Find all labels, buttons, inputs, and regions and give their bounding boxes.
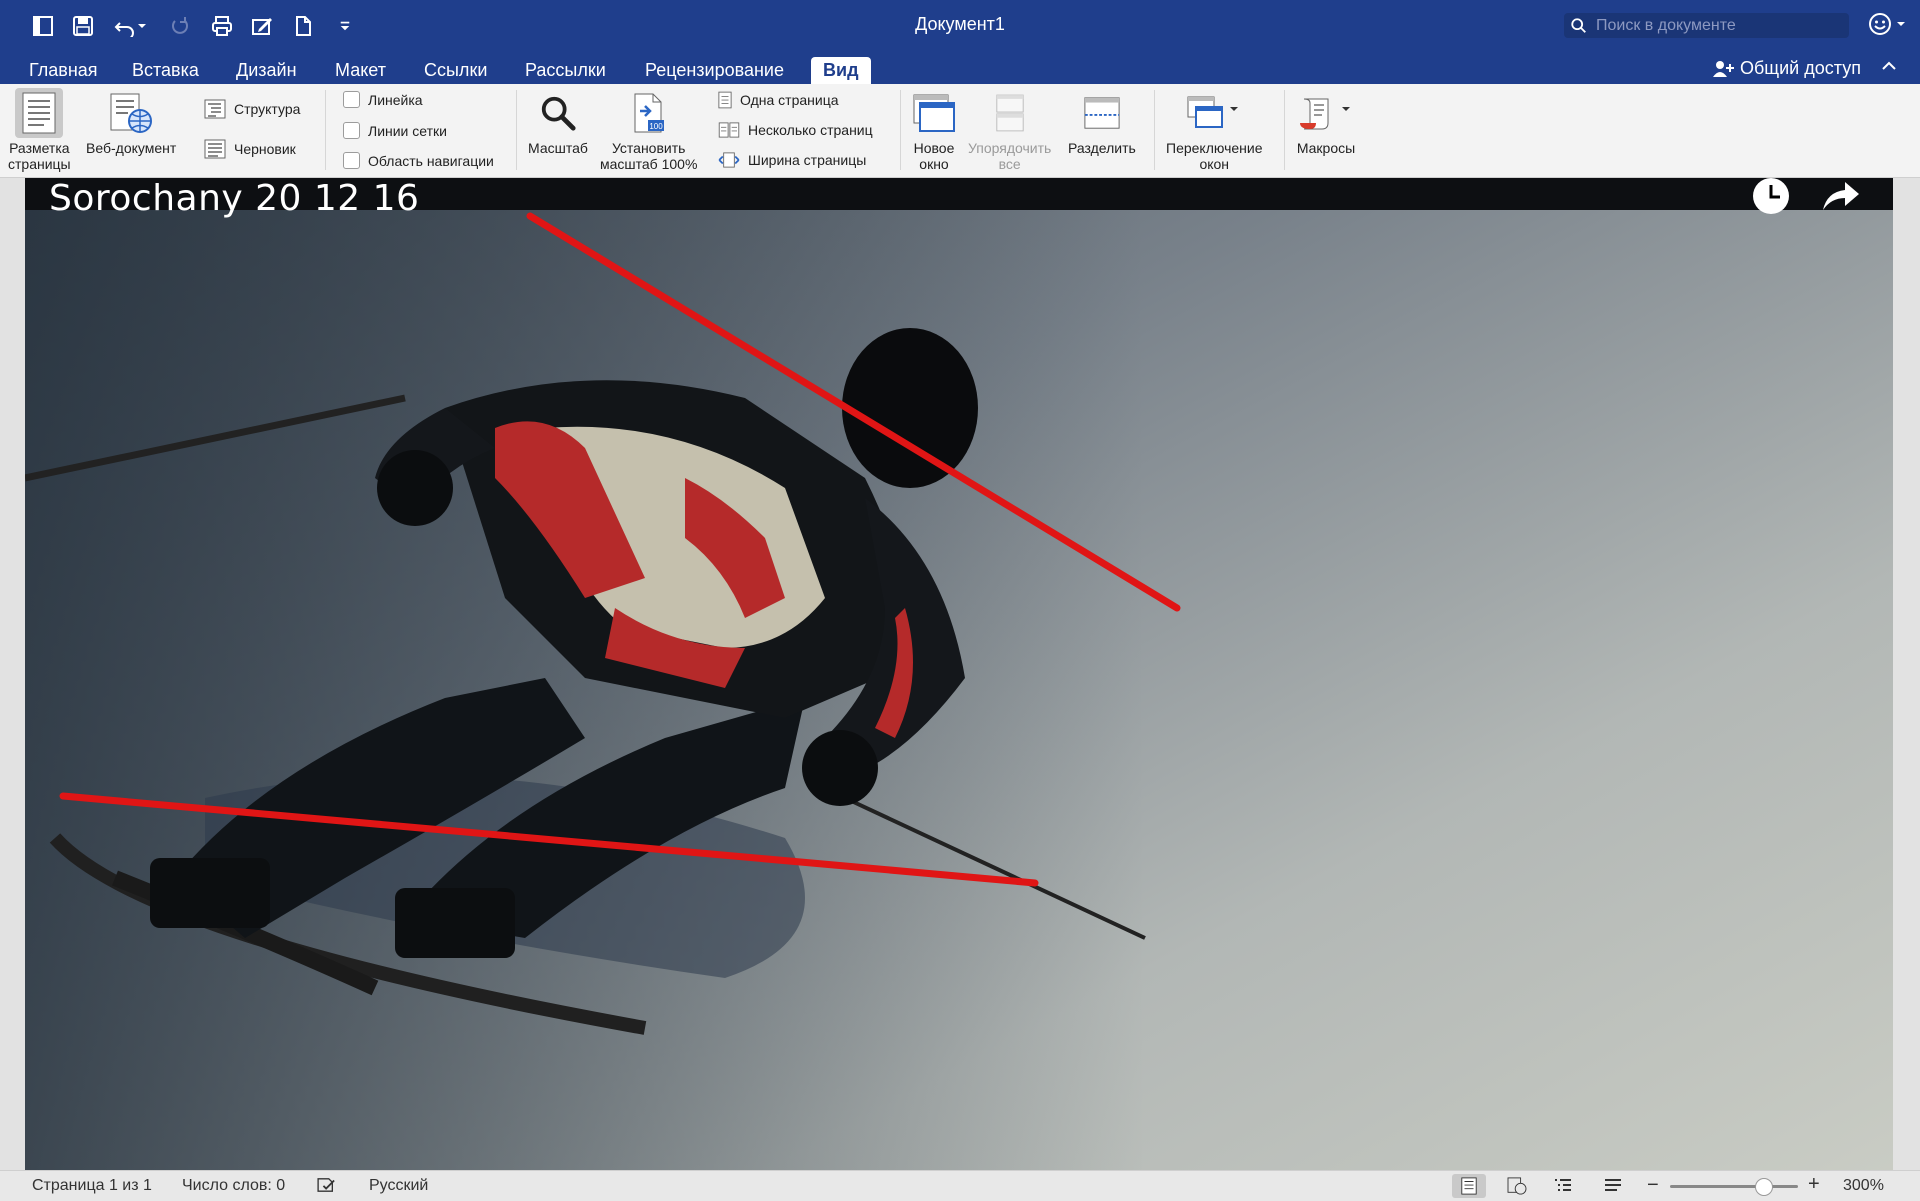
title-bar: Документ1 [0,0,1920,50]
print-layout-view-icon[interactable] [1452,1174,1486,1198]
ribbon-view: Разметка страницы Веб-документ Структура… [0,84,1920,178]
share-button[interactable]: Общий доступ [1712,58,1861,79]
tab-view[interactable]: Вид [811,57,871,84]
video-title: Sorochany 20 12 16 [49,178,420,219]
zoom-100-button[interactable]: 100 Установить масштаб 100% [600,88,697,172]
zoom-100-label: Установить масштаб 100% [600,140,698,172]
clock-icon[interactable] [1751,178,1791,221]
gridlines-check[interactable] [343,122,360,139]
ribbon-separator [1284,90,1285,170]
add-person-icon [1713,60,1734,77]
draft-icon [204,139,226,159]
zoom-level[interactable]: 300% [1843,1177,1884,1195]
skier-photo [25,178,1893,1170]
zoom-button[interactable]: Масштаб [528,88,588,156]
macros-button[interactable]: Макросы [1296,88,1356,156]
arrange-all-icon [994,88,1026,138]
share-arrow-icon[interactable] [1820,180,1862,219]
switch-windows-label: Переключение окон [1166,140,1263,172]
print-layout-icon [15,88,64,138]
feedback-smiley-icon[interactable] [1868,12,1906,36]
macros-label: Макросы [1296,140,1356,156]
web-layout-label: Веб-документ [86,140,177,156]
proofing-icon[interactable] [316,1177,338,1198]
ruler-check[interactable] [343,91,360,108]
print-layout-label: Разметка страницы [8,140,71,172]
split-label: Разделить [1068,140,1136,156]
nav-pane-checkbox[interactable]: Область навигации [343,152,494,169]
outline-label: Структура [234,101,301,117]
status-bar: Страница 1 из 1 Число слов: 0 Русский − … [0,1170,1920,1201]
ruler-label: Линейка [368,91,423,108]
switch-windows-button[interactable]: Переключение окон [1166,88,1262,172]
tab-review[interactable]: Рецензирование [633,57,796,84]
nav-pane-check[interactable] [343,152,360,169]
new-window-label: Новое окно [913,140,955,172]
arrange-all-button[interactable]: Упорядочить все [968,88,1051,172]
tab-mailings[interactable]: Рассылки [513,57,618,84]
outline-button[interactable]: Структура [204,99,300,119]
ribbon-separator [900,90,901,170]
web-layout-view-icon[interactable] [1500,1174,1534,1198]
document-area[interactable]: Sorochany 20 12 16 [0,178,1920,1170]
draft-button[interactable]: Черновик [204,139,296,159]
zoom-slider-track[interactable] [1670,1185,1798,1188]
draft-label: Черновик [234,141,296,157]
language-indicator[interactable]: Русский [369,1177,428,1195]
gridlines-checkbox[interactable]: Линии сетки [343,122,447,139]
tab-design[interactable]: Дизайн [224,57,309,84]
one-page-icon [718,91,732,109]
print-layout-button[interactable]: Разметка страницы [8,88,71,172]
one-page-label: Одна страница [740,92,839,108]
multiple-pages-label: Несколько страниц [748,122,873,138]
switch-windows-icon [1186,88,1242,138]
tab-home[interactable]: Главная [17,57,110,84]
split-button[interactable]: Разделить [1068,88,1136,156]
page-count[interactable]: Страница 1 из 1 [32,1177,152,1195]
multiple-pages-icon [718,122,740,138]
arrange-all-label: Упорядочить все [968,140,1052,172]
zoom-slider-thumb[interactable] [1755,1178,1773,1196]
split-icon [1082,88,1122,138]
collapse-ribbon-icon[interactable] [1882,58,1896,76]
new-window-button[interactable]: Новое окно [912,88,956,172]
tab-layout[interactable]: Макет [323,57,398,84]
search-input[interactable] [1594,15,1838,36]
zoom-label: Масштаб [528,140,588,156]
ribbon-separator [325,90,326,170]
page-width-button[interactable]: Ширина страницы [718,152,866,168]
ruler-checkbox[interactable]: Линейка [343,91,423,108]
page-width-icon [718,152,740,168]
svg-text:100: 100 [649,122,663,131]
ribbon-separator [1154,90,1155,170]
share-label: Общий доступ [1740,58,1861,78]
tab-insert[interactable]: Вставка [120,57,211,84]
outline-icon [204,99,226,119]
word-count[interactable]: Число слов: 0 [182,1177,285,1195]
macros-icon [1296,88,1356,138]
multiple-pages-button[interactable]: Несколько страниц [718,122,873,138]
tab-references[interactable]: Ссылки [412,57,499,84]
zoom-out-icon[interactable]: − [1647,1174,1659,1197]
nav-pane-label: Область навигации [368,152,494,169]
web-layout-icon [108,88,154,138]
one-page-button[interactable]: Одна страница [718,91,839,109]
ribbon-tabs: Главная Вставка Дизайн Макет Ссылки Расс… [0,50,1920,84]
web-layout-button[interactable]: Веб-документ [86,88,176,156]
ribbon-separator [516,90,517,170]
search-box[interactable] [1564,13,1849,38]
new-window-icon [912,88,956,138]
search-icon [1564,17,1594,35]
page-width-label: Ширина страницы [748,152,867,168]
gridlines-label: Линии сетки [368,122,447,139]
document-page[interactable]: Sorochany 20 12 16 [25,178,1893,1170]
zoom-100-icon: 100 [631,88,667,138]
outline-view-icon[interactable] [1546,1174,1580,1198]
magnifier-icon [539,88,577,138]
zoom-in-icon[interactable]: + [1808,1173,1820,1196]
draft-view-icon[interactable] [1596,1174,1630,1198]
